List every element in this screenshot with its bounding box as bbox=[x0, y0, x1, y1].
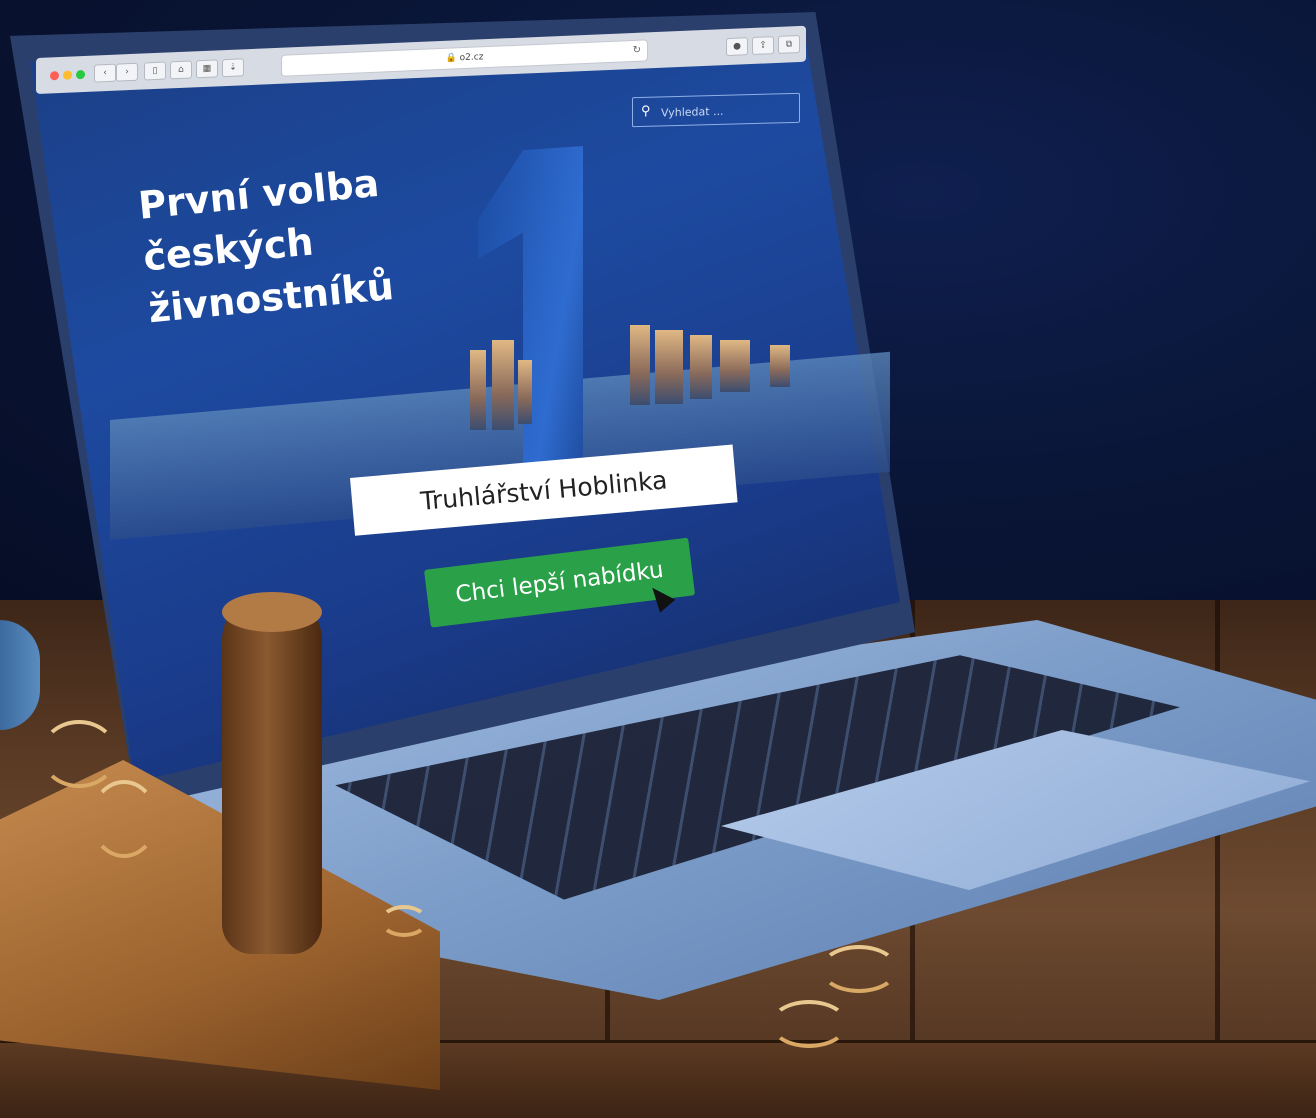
tabs-icon[interactable]: ⧉ bbox=[778, 34, 800, 54]
address-url: o2.cz bbox=[459, 52, 484, 64]
skyline-building bbox=[470, 350, 486, 430]
wood-shaving bbox=[770, 1000, 848, 1048]
search-icon[interactable]: ⚲ bbox=[641, 98, 651, 126]
sidebar-icon[interactable]: ▯ bbox=[144, 61, 166, 81]
wood-shaving bbox=[380, 905, 428, 937]
wood-shaving bbox=[820, 945, 898, 993]
skyline-building bbox=[720, 340, 750, 392]
window-controls bbox=[50, 69, 85, 81]
skyline-building bbox=[690, 335, 712, 399]
reload-icon[interactable]: ↻ bbox=[633, 41, 641, 61]
grid-icon[interactable]: ▦ bbox=[196, 59, 218, 79]
skyline-building bbox=[492, 340, 514, 430]
forward-icon[interactable]: › bbox=[116, 62, 138, 82]
close-window-icon[interactable] bbox=[50, 71, 59, 81]
info-icon[interactable]: ● bbox=[726, 37, 748, 57]
maximize-window-icon[interactable] bbox=[76, 69, 85, 80]
skyline-building bbox=[655, 330, 683, 404]
wood-shaving bbox=[90, 780, 158, 858]
search-box[interactable]: ⚲ bbox=[632, 92, 800, 128]
skyline-building bbox=[518, 360, 532, 424]
wood-shaving bbox=[40, 720, 118, 788]
skyline-building bbox=[770, 345, 790, 387]
minimize-window-icon[interactable] bbox=[63, 70, 72, 80]
wood-plane-knob bbox=[222, 592, 322, 632]
wood-plane-handle bbox=[222, 594, 322, 954]
search-input[interactable] bbox=[659, 97, 793, 124]
home-icon[interactable]: ⌂ bbox=[170, 60, 192, 80]
lock-icon: 🔒 bbox=[445, 53, 457, 64]
skyline-building bbox=[630, 325, 650, 405]
download-icon[interactable]: ⇣ bbox=[222, 58, 244, 78]
back-icon[interactable]: ‹ bbox=[94, 63, 116, 83]
photo-scene: ‹ › ▯ ⌂ ▦ ⇣ 🔒 o2.cz ↻ ● ⇪ ⧉ ⚲ První volb… bbox=[0, 0, 1316, 1118]
share-icon[interactable]: ⇪ bbox=[752, 36, 774, 55]
